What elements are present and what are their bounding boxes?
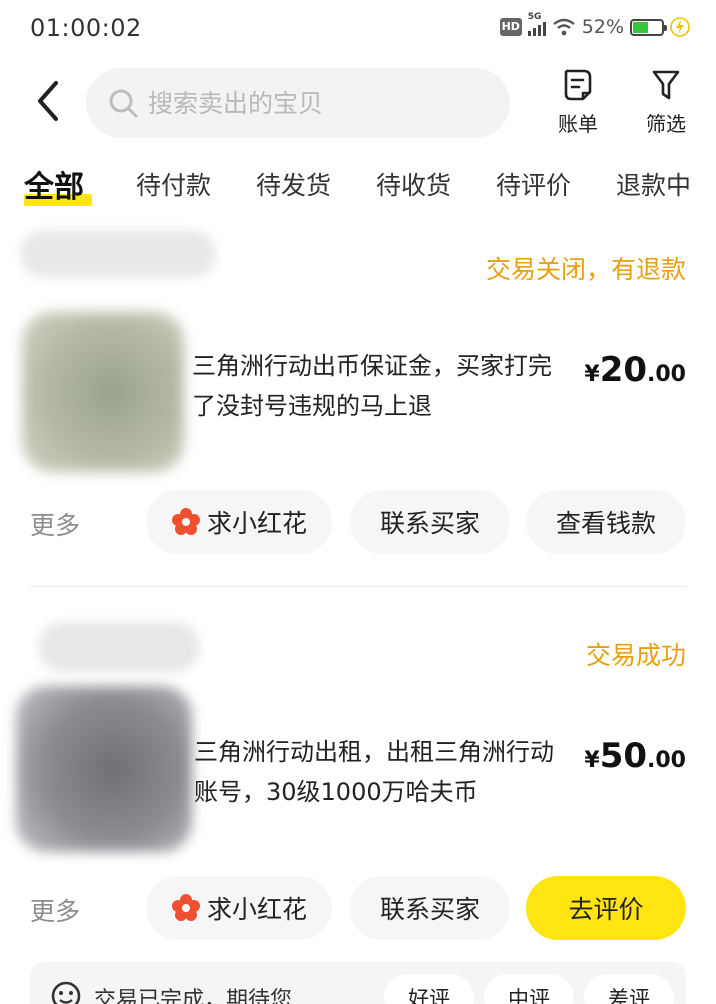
product-price: ¥50.00	[584, 736, 686, 776]
search-icon	[109, 89, 138, 118]
good-review-button[interactable]: 好评	[384, 974, 474, 1004]
filter-label: 筛选	[646, 112, 686, 136]
battery-icon	[630, 18, 667, 36]
tab-pending-review[interactable]: 待评价	[496, 166, 571, 202]
tab-all[interactable]: 全部	[24, 162, 84, 206]
filter-icon	[652, 70, 680, 100]
charging-icon	[670, 17, 690, 37]
status-bar: 01:00:02 HD 5G 52%	[0, 0, 716, 58]
view-funds-button[interactable]: 查看钱款	[526, 490, 686, 554]
filter-button[interactable]: 筛选	[636, 68, 696, 144]
product-title[interactable]: 三角洲行动出币保证金，买家打完了没封号违规的马上退	[192, 346, 572, 426]
review-prompt: 交易已完成，期待您… 好评 中评 差评	[30, 962, 686, 1004]
review-prompt-message: 交易已完成，期待您…	[94, 988, 315, 1004]
order-tabs: 全部 待付款 待发货 待收货 待评价 退款中	[0, 160, 716, 216]
battery-percent: 52%	[581, 16, 624, 38]
tab-pending-shipment[interactable]: 待发货	[256, 166, 331, 202]
more-link[interactable]: 更多	[30, 892, 80, 928]
search-input[interactable]	[148, 88, 478, 118]
bill-button[interactable]: 账单	[548, 68, 608, 144]
neutral-review-button[interactable]: 中评	[484, 974, 574, 1004]
status-time: 01:00:02	[30, 14, 142, 42]
product-thumbnail-blurred[interactable]	[16, 686, 192, 852]
search-box[interactable]	[86, 68, 510, 138]
back-button[interactable]	[26, 76, 70, 126]
request-flower-button[interactable]: 求小红花	[146, 876, 332, 940]
smile-face-icon	[51, 981, 81, 1004]
tab-pending-receipt[interactable]: 待收货	[376, 166, 451, 202]
hd-icon: HD	[499, 18, 522, 36]
buyer-name-blurred	[20, 230, 216, 278]
flower-icon	[171, 508, 200, 535]
contact-buyer-button[interactable]: 联系买家	[350, 490, 510, 554]
contact-buyer-button[interactable]: 联系买家	[350, 876, 510, 940]
leave-review-button[interactable]: 去评价	[526, 876, 686, 940]
order-status: 交易关闭，有退款	[485, 255, 686, 284]
status-icons: HD 5G 52%	[499, 12, 690, 38]
bill-icon	[564, 69, 592, 101]
cellular-signal-icon: 5G	[527, 12, 546, 36]
wifi-icon	[553, 18, 575, 36]
flower-icon	[171, 894, 200, 921]
request-flower-button[interactable]: 求小红花	[146, 490, 332, 554]
top-bar: 账单 筛选	[0, 62, 716, 144]
divider	[30, 586, 686, 587]
back-arrow-icon	[38, 81, 58, 121]
product-title[interactable]: 三角洲行动出租，出租三角洲行动账号，30级1000万哈夫币	[194, 732, 574, 812]
bill-label: 账单	[558, 112, 598, 136]
product-thumbnail-blurred[interactable]	[22, 312, 184, 472]
tab-pending-payment[interactable]: 待付款	[136, 166, 211, 202]
battery-level-fill	[633, 21, 648, 33]
buyer-name-blurred	[38, 622, 200, 672]
bad-review-button[interactable]: 差评	[584, 974, 674, 1004]
order-status: 交易成功	[585, 641, 686, 670]
tab-refunding[interactable]: 退款中	[616, 166, 691, 202]
product-price: ¥20.00	[584, 350, 686, 390]
more-link[interactable]: 更多	[30, 506, 80, 542]
